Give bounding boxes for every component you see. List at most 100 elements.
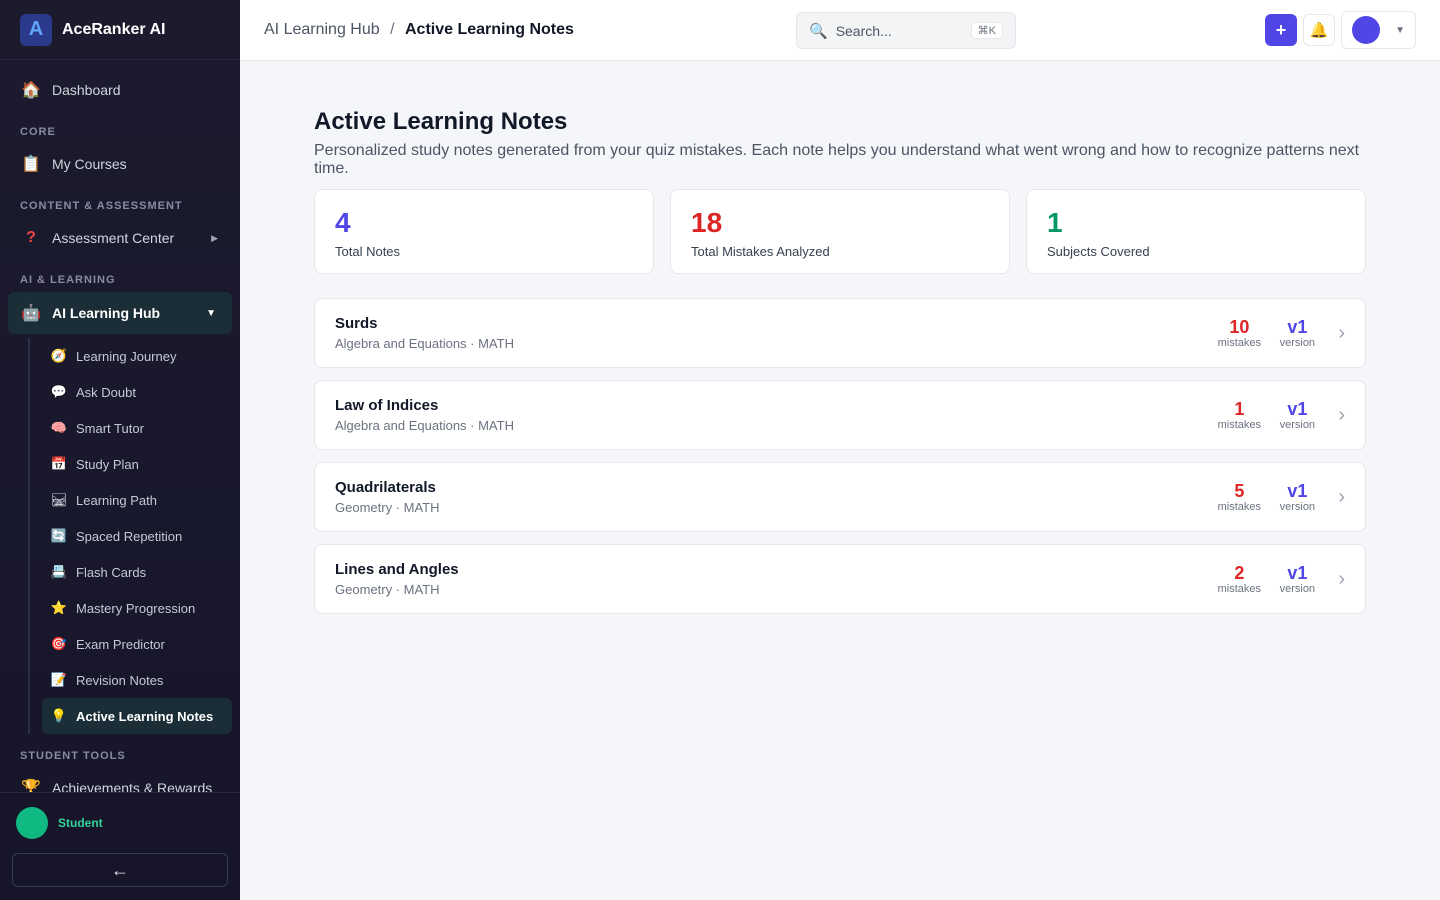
- sidebar-item-label: Revision Notes: [76, 672, 164, 688]
- version-value: v1: [1287, 481, 1308, 501]
- refresh-icon: 🔄: [50, 528, 68, 543]
- note-title: Lines and Angles: [335, 561, 459, 578]
- app-name: AceRanker AI: [62, 20, 166, 38]
- home-icon: 🏠: [21, 82, 41, 99]
- section-title-ai: AI & LEARNING: [20, 274, 116, 286]
- note-metrics: 5 mistakes v1 version ›: [1210, 481, 1345, 513]
- collapse-sidebar-button[interactable]: ←: [12, 853, 228, 887]
- card-index-icon: 📇: [50, 564, 68, 579]
- brain-icon: 🧠: [50, 420, 68, 435]
- stat-value: 18: [691, 207, 723, 238]
- user-role: Student: [58, 816, 103, 830]
- note-metrics: 2 mistakes v1 version ›: [1210, 563, 1345, 595]
- user-profile[interactable]: Student: [0, 793, 240, 853]
- chevron-right-icon: ›: [1338, 485, 1345, 508]
- version-label: version: [1279, 337, 1316, 349]
- memo-icon: 📝: [50, 672, 68, 687]
- sidebar-item-exam-predictor[interactable]: 🎯 Exam Predictor: [42, 626, 240, 662]
- ai-learning-subnav: 🧭 Learning Journey 💬 Ask Doubt 🧠 Smart T…: [28, 338, 240, 734]
- speech-bubble-icon: 💬: [50, 384, 68, 399]
- create-button[interactable]: +: [1265, 14, 1297, 46]
- note-info: Lines and Angles Geometry · MATH: [335, 561, 459, 597]
- sidebar-item-learning-path[interactable]: 🛤 Learning Path: [42, 482, 240, 518]
- mistakes-label: mistakes: [1217, 419, 1262, 431]
- note-title: Surds: [335, 315, 378, 332]
- profile-menu-button[interactable]: ▼: [1341, 11, 1416, 49]
- breadcrumb-current: Active Learning Notes: [405, 21, 574, 38]
- clipboard-icon: 📋: [21, 156, 41, 173]
- stat-value: 1: [1047, 207, 1063, 238]
- note-info: Surds Algebra and Equations · MATH: [335, 315, 514, 351]
- note-metrics: 1 mistakes v1 version ›: [1210, 399, 1345, 431]
- version-value: v1: [1287, 563, 1308, 583]
- sidebar-item-label: My Courses: [52, 156, 127, 172]
- chevron-right-icon: ▶: [211, 232, 218, 243]
- stat-label: Total Mistakes Analyzed: [691, 244, 830, 259]
- note-info: Quadrilaterals Geometry · MATH: [335, 479, 440, 515]
- search-input[interactable]: [835, 22, 956, 39]
- bell-icon: 🔔: [1309, 22, 1329, 39]
- note-info: Law of Indices Algebra and Equations · M…: [335, 397, 514, 433]
- sidebar-item-label: Spaced Repetition: [76, 528, 183, 544]
- sidebar-item-active-learning-notes[interactable]: 💡 Active Learning Notes: [42, 698, 232, 734]
- notifications-button[interactable]: 🔔: [1303, 14, 1335, 46]
- sidebar-item-label: Study Plan: [76, 456, 139, 472]
- path-icon: 🛤: [50, 492, 68, 507]
- mistakes-metric: 1 mistakes: [1210, 399, 1268, 431]
- main-content: Active Learning Notes Personalized study…: [314, 108, 1366, 626]
- sidebar-item-label: Dashboard: [52, 82, 121, 98]
- sidebar-item-label: Smart Tutor: [76, 420, 144, 436]
- compass-icon: 🧭: [50, 348, 68, 363]
- avatar: [16, 807, 48, 839]
- brand[interactable]: A AceRanker AI: [0, 0, 240, 60]
- robot-icon: 🤖: [21, 305, 41, 322]
- version-label: version: [1279, 583, 1316, 595]
- note-card-law-of-indices[interactable]: Law of Indices Algebra and Equations · M…: [314, 380, 1366, 450]
- sidebar-item-study-plan[interactable]: 📅 Study Plan: [42, 446, 240, 482]
- section-title-content: CONTENT & ASSESSMENT: [20, 200, 183, 212]
- star-icon: ⭐: [50, 600, 68, 615]
- sidebar-item-label: Assessment Center: [52, 230, 175, 246]
- sidebar-item-spaced-repetition[interactable]: 🔄 Spaced Repetition: [42, 518, 240, 554]
- target-icon: 🎯: [50, 636, 68, 651]
- mistakes-count: 1: [1234, 399, 1245, 419]
- note-title: Law of Indices: [335, 397, 439, 414]
- sidebar-item-mastery-progression[interactable]: ⭐ Mastery Progression: [42, 590, 240, 626]
- note-metrics: 10 mistakes v1 version ›: [1210, 317, 1345, 349]
- sidebar-item-flash-cards[interactable]: 📇 Flash Cards: [42, 554, 240, 590]
- sidebar-item-label: AI Learning Hub: [52, 305, 161, 321]
- note-meta: Algebra and Equations · MATH: [335, 418, 514, 433]
- calendar-icon: 📅: [50, 456, 68, 471]
- sidebar-item-label: Flash Cards: [76, 564, 147, 580]
- note-card-lines-and-angles[interactable]: Lines and Angles Geometry · MATH 2 mista…: [314, 544, 1366, 614]
- sidebar-item-label: Mastery Progression: [76, 600, 196, 616]
- sidebar-item-learning-journey[interactable]: 🧭 Learning Journey: [42, 338, 240, 374]
- search-icon: 🔍: [809, 22, 828, 40]
- arrow-left-icon: ←: [111, 859, 129, 880]
- sidebar-item-label: Learning Path: [76, 492, 157, 508]
- sidebar-item-ask-doubt[interactable]: 💬 Ask Doubt: [42, 374, 240, 410]
- sidebar-item-my-courses[interactable]: 📋 My Courses: [0, 144, 240, 184]
- sidebar-item-ai-learning-hub[interactable]: 🤖 AI Learning Hub ▼: [8, 292, 232, 334]
- sidebar: A AceRanker AI 🏠 Dashboard CORE 📋 My Cou…: [0, 0, 240, 900]
- sidebar-item-dashboard[interactable]: 🏠 Dashboard: [0, 70, 240, 110]
- sidebar-item-assessment-center[interactable]: ? Assessment Center ▶: [0, 218, 240, 258]
- search-box[interactable]: 🔍 ⌘K: [796, 12, 1016, 49]
- breadcrumb: AI Learning Hub / Active Learning Notes: [264, 21, 574, 39]
- note-card-quadrilaterals[interactable]: Quadrilaterals Geometry · MATH 5 mistake…: [314, 462, 1366, 532]
- breadcrumb-parent[interactable]: AI Learning Hub: [264, 21, 380, 38]
- topbar: AI Learning Hub / Active Learning Notes …: [240, 0, 1440, 61]
- sidebar-item-revision-notes[interactable]: 📝 Revision Notes: [42, 662, 240, 698]
- version-metric: v1 version: [1268, 563, 1326, 595]
- sidebar-footer: Student ←: [0, 792, 240, 900]
- version-label: version: [1279, 501, 1316, 513]
- note-meta: Geometry · MATH: [335, 500, 440, 515]
- chevron-right-icon: ›: [1338, 403, 1345, 426]
- stats-row: 4 Total Notes 18 Total Mistakes Analyzed…: [314, 189, 1366, 274]
- stat-value: 4: [335, 207, 351, 238]
- note-meta: Algebra and Equations · MATH: [335, 336, 514, 351]
- chevron-down-icon: ▼: [1395, 24, 1405, 36]
- note-card-surds[interactable]: Surds Algebra and Equations · MATH 10 mi…: [314, 298, 1366, 368]
- sidebar-item-smart-tutor[interactable]: 🧠 Smart Tutor: [42, 410, 240, 446]
- stat-card-total-mistakes: 18 Total Mistakes Analyzed: [670, 189, 1010, 274]
